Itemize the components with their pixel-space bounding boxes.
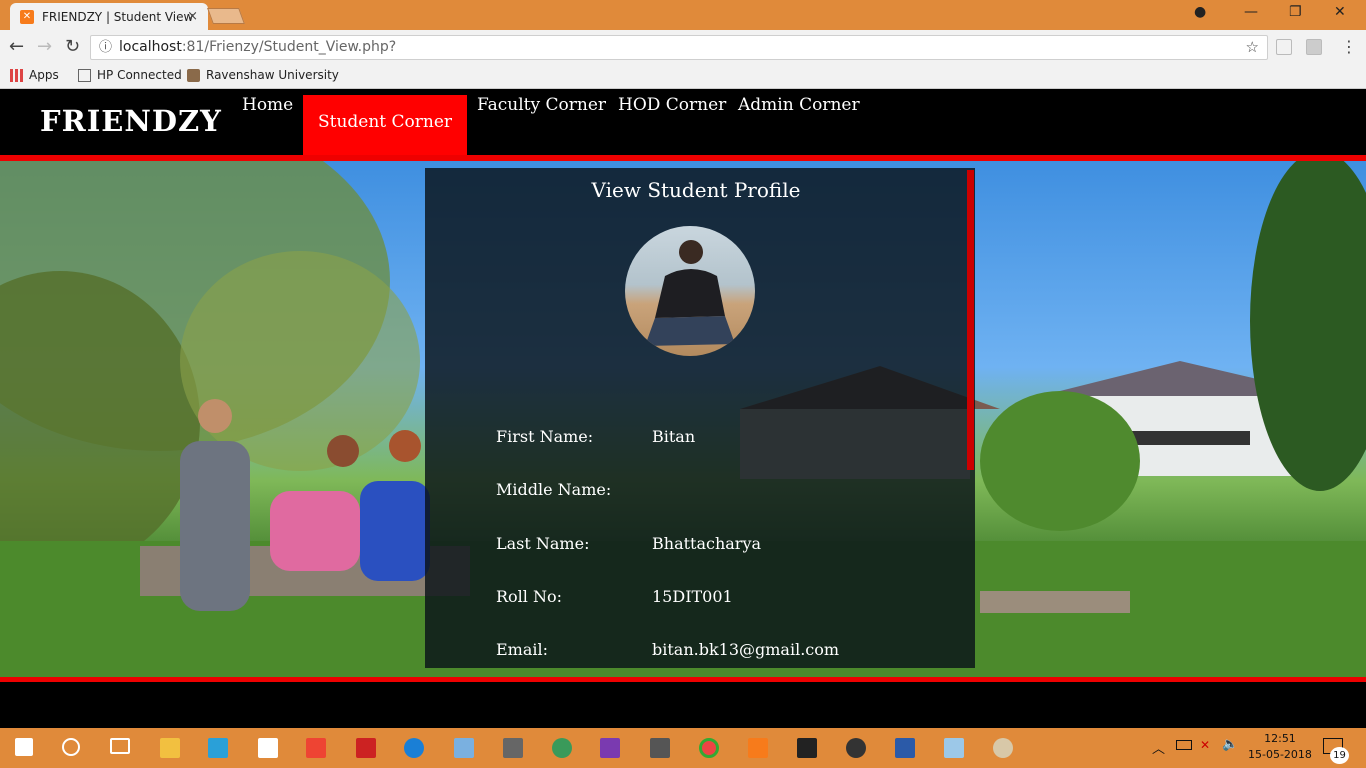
new-tab-button[interactable] bbox=[207, 8, 245, 24]
first-name-value: Bitan bbox=[652, 427, 696, 446]
restore-icon[interactable]: ❐ bbox=[1289, 4, 1302, 20]
last-name-label: Last Name: bbox=[496, 534, 590, 553]
roll-no-value: 15DIT001 bbox=[652, 587, 733, 606]
url-path: :81/Frienzy/Student_View.php? bbox=[181, 39, 397, 55]
nav-home[interactable]: Home bbox=[242, 95, 293, 115]
last-name-value: Bhattacharya bbox=[652, 534, 762, 553]
site-logo[interactable]: FRIENDZY bbox=[40, 104, 222, 138]
red-app-icon[interactable] bbox=[306, 738, 326, 758]
file-explorer-icon[interactable] bbox=[160, 738, 180, 758]
avatar bbox=[625, 226, 755, 356]
clock-time: 12:51 bbox=[1264, 732, 1296, 745]
tools-icon[interactable] bbox=[503, 738, 523, 758]
terminal-icon[interactable] bbox=[797, 738, 817, 758]
xampp-favicon-icon: ✕ bbox=[20, 9, 34, 24]
nav-student-corner[interactable]: Student Corner bbox=[303, 95, 467, 155]
nav-admin-corner[interactable]: Admin Corner bbox=[738, 95, 860, 115]
close-window-icon[interactable]: ✕ bbox=[1334, 4, 1346, 20]
student-photo bbox=[645, 240, 735, 346]
reload-icon[interactable]: ↻ bbox=[65, 36, 80, 57]
middle-name-label: Middle Name: bbox=[496, 480, 612, 499]
page-icon bbox=[78, 68, 91, 82]
minimize-icon[interactable]: — bbox=[1244, 4, 1258, 20]
email-label: Email: bbox=[496, 640, 549, 659]
chevron-up-icon[interactable]: ︿ bbox=[1152, 738, 1165, 757]
wpm-icon[interactable] bbox=[846, 738, 866, 758]
nav-hod-corner[interactable]: HOD Corner bbox=[618, 95, 726, 115]
word-icon[interactable] bbox=[895, 738, 915, 758]
l-app-icon[interactable] bbox=[208, 738, 228, 758]
volume-icon[interactable]: 🔈 bbox=[1222, 737, 1238, 752]
email-value: bitan.bk13@gmail.com bbox=[652, 640, 840, 659]
bookmark-apps[interactable]: Apps bbox=[10, 68, 59, 82]
card-scrollbar[interactable] bbox=[967, 170, 974, 470]
search-icon[interactable] bbox=[62, 738, 80, 756]
notification-count-badge: 19 bbox=[1330, 747, 1349, 764]
ravenshaw-favicon-icon bbox=[187, 68, 200, 82]
system-clock[interactable]: 12:51 15-05-2018 bbox=[1248, 731, 1312, 763]
extension-pdf-icon[interactable] bbox=[1306, 39, 1322, 55]
profile-icon[interactable]: ● bbox=[1194, 4, 1206, 20]
xampp-icon[interactable] bbox=[748, 738, 768, 758]
site-info-icon[interactable]: ⓘ bbox=[99, 36, 112, 59]
network-icon[interactable]: ✕ bbox=[1200, 738, 1210, 752]
paint-icon[interactable] bbox=[993, 738, 1013, 758]
clock-date: 15-05-2018 bbox=[1248, 748, 1312, 761]
forward-icon[interactable]: → bbox=[37, 36, 52, 57]
menu-icon[interactable]: ⋮ bbox=[1341, 37, 1357, 56]
mcafee-icon[interactable] bbox=[356, 738, 376, 758]
apps-grid-icon bbox=[10, 68, 23, 82]
nav-faculty-corner[interactable]: Faculty Corner bbox=[477, 95, 606, 115]
first-name-label: First Name: bbox=[496, 427, 594, 446]
tab-close-icon[interactable]: × bbox=[187, 9, 198, 24]
roll-no-label: Roll No: bbox=[496, 587, 563, 606]
notes-icon[interactable] bbox=[944, 738, 964, 758]
bookmark-star-icon[interactable]: ☆ bbox=[1246, 36, 1259, 59]
atom-icon[interactable] bbox=[552, 738, 572, 758]
task-view-icon[interactable] bbox=[110, 738, 130, 754]
site-footer bbox=[0, 682, 1366, 728]
browser-tab[interactable]: ✕ FRIENDZY | Student View × bbox=[10, 3, 208, 30]
visual-studio-icon[interactable] bbox=[600, 738, 620, 758]
edge-icon[interactable] bbox=[404, 738, 424, 758]
address-bar[interactable]: ⓘ localhost:81/Frienzy/Student_View.php?… bbox=[90, 35, 1268, 60]
url-host: localhost bbox=[119, 39, 182, 55]
windows-start-icon[interactable] bbox=[15, 738, 33, 756]
tab-title: FRIENDZY | Student View bbox=[42, 9, 194, 24]
box-app-icon[interactable] bbox=[454, 738, 474, 758]
battery-icon[interactable] bbox=[1176, 740, 1192, 750]
extension-pocket-icon[interactable] bbox=[1276, 39, 1292, 55]
bookmark-ravenshaw[interactable]: Ravenshaw University bbox=[187, 68, 339, 82]
profile-title: View Student Profile bbox=[591, 178, 801, 202]
back-icon[interactable]: ← bbox=[9, 36, 24, 57]
store-icon[interactable] bbox=[258, 738, 278, 758]
bookmark-hp-connected[interactable]: HP Connected bbox=[78, 68, 182, 82]
chrome-icon[interactable] bbox=[699, 738, 719, 758]
sublime-icon[interactable] bbox=[650, 738, 670, 758]
